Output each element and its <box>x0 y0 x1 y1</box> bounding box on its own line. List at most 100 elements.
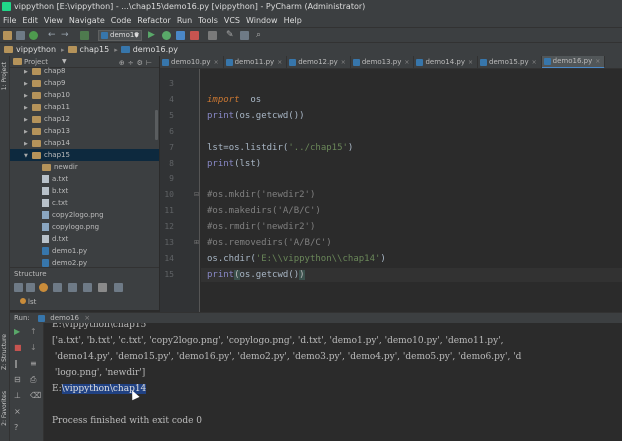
editor-tab[interactable]: demo15.py × <box>478 56 542 68</box>
close-run-icon[interactable]: × <box>14 407 21 416</box>
close-tab-icon[interactable]: × <box>341 56 346 68</box>
autoscroll-icon[interactable] <box>98 283 107 292</box>
print-icon[interactable]: ⎙ <box>30 375 36 385</box>
clear-icon[interactable]: ⌫ <box>30 391 41 400</box>
menu-item-run[interactable]: Run <box>177 16 192 25</box>
close-tab-icon[interactable]: × <box>214 56 219 68</box>
breadcrumb-file[interactable]: demo16.py <box>133 45 178 54</box>
menu-item-view[interactable]: View <box>44 16 63 25</box>
breadcrumb-folder[interactable]: chap15 <box>80 45 110 54</box>
menu-item-tools[interactable]: Tools <box>198 16 218 25</box>
run-console[interactable]: E:\vippython\chap15 ['a.txt', 'b.txt', '… <box>44 323 622 441</box>
python-file-icon <box>162 59 169 66</box>
help-icon[interactable]: ? <box>14 423 18 432</box>
fold-icon[interactable]: ⊞ <box>194 239 199 246</box>
close-tab-icon[interactable]: × <box>468 56 473 68</box>
menu-item-edit[interactable]: Edit <box>22 16 38 25</box>
tree-item[interactable]: a.txt <box>42 173 68 185</box>
code-token: os. <box>207 253 224 264</box>
line-number: 9 <box>169 174 174 184</box>
structure-item[interactable]: lst <box>20 298 36 306</box>
editor-tab[interactable]: demo14.py × <box>414 56 479 68</box>
tree-item[interactable]: newdir <box>42 161 78 173</box>
favorites-tool-tab[interactable]: 2: Favorites <box>1 391 8 426</box>
project-structure-icon[interactable] <box>240 31 249 40</box>
gear-icon[interactable]: ⚙ <box>137 59 146 67</box>
collapse-icon[interactable]: ÷ <box>128 59 137 67</box>
folder-icon <box>32 139 41 147</box>
tree-item[interactable]: ▶ chap11 <box>24 101 70 113</box>
menu-item-navigate[interactable]: Navigate <box>69 16 105 25</box>
run-tab-label[interactable]: demo16 <box>50 314 79 322</box>
editor-tab[interactable]: demo12.py × <box>287 56 351 68</box>
editor-tab[interactable]: demo13.py × <box>351 56 415 68</box>
tree-item[interactable]: copy2logo.png <box>42 209 104 221</box>
save-icon[interactable] <box>16 31 25 40</box>
run-config-dropdown[interactable]: demo16 ▼ <box>98 30 142 41</box>
tree-item-label: chap13 <box>44 127 70 135</box>
tree-item[interactable]: copylogo.png <box>42 221 99 233</box>
back-icon[interactable]: ← <box>48 31 57 40</box>
editor-tab[interactable]: demo10.py × <box>160 56 224 68</box>
hide-icon[interactable]: ⊢ <box>146 59 155 67</box>
menu-item-file[interactable]: File <box>3 16 16 25</box>
close-icon[interactable]: × <box>84 314 90 322</box>
debug-icon[interactable] <box>162 31 171 40</box>
editor-tab[interactable]: demo16.py × <box>541 56 606 68</box>
menu-item-vcs[interactable]: VCS <box>224 16 240 25</box>
tree-item[interactable]: c.txt <box>42 197 68 209</box>
tree-item[interactable]: d.txt <box>42 233 68 245</box>
menu-item-code[interactable]: Code <box>111 16 131 25</box>
editor-tab-label: demo15.py <box>489 58 529 66</box>
rerun-icon[interactable]: ▶ <box>14 327 20 336</box>
close-tab-icon[interactable]: × <box>595 56 600 68</box>
tree-item[interactable]: ▶ chap14 <box>24 137 70 149</box>
tree-item[interactable]: demo1.py <box>42 245 87 257</box>
close-tab-icon[interactable]: × <box>532 56 537 68</box>
structure-tool-tab[interactable]: Z: Structure <box>1 334 8 370</box>
close-tab-icon[interactable]: × <box>277 56 282 68</box>
tree-item[interactable]: ▶ chap12 <box>24 113 70 125</box>
tree-item[interactable]: b.txt <box>42 185 68 197</box>
forward-icon[interactable]: → <box>61 31 70 40</box>
tree-item[interactable]: ▶ chap9 <box>24 77 65 89</box>
settings-wrench-icon[interactable]: ✎ <box>226 31 235 40</box>
vcs-icon[interactable] <box>208 31 217 40</box>
structure-settings-icon[interactable] <box>114 283 123 292</box>
menu-item-help[interactable]: Help <box>284 16 302 25</box>
show-inherited-icon[interactable] <box>53 283 62 292</box>
expanded-arrow-icon[interactable]: ▼ <box>24 150 32 162</box>
scroll-up-icon[interactable]: ↑ <box>30 327 37 336</box>
sync-tree-icon[interactable]: ⊕ <box>119 59 128 67</box>
expand-all-icon[interactable] <box>68 283 77 292</box>
close-tab-icon[interactable]: × <box>404 56 409 68</box>
fold-icon[interactable]: ⊟ <box>194 191 199 198</box>
sort-icon[interactable] <box>14 283 23 292</box>
breadcrumb-project[interactable]: vippython <box>16 45 56 54</box>
sync-icon[interactable] <box>29 31 38 40</box>
tree-item[interactable]: ▶ chap10 <box>24 89 70 101</box>
show-fields-icon[interactable] <box>39 283 48 292</box>
tree-item[interactable]: ▶ chap13 <box>24 125 70 137</box>
pause-icon[interactable]: ‖ <box>14 359 18 368</box>
stop-icon[interactable]: ■ <box>14 343 22 352</box>
menu-item-refactor[interactable]: Refactor <box>137 16 171 25</box>
menu-item-window[interactable]: Window <box>246 16 278 25</box>
editor-tab[interactable]: demo11.py × <box>224 56 288 68</box>
open-folder-icon[interactable] <box>3 31 12 40</box>
collapse-all-icon[interactable] <box>83 283 92 292</box>
soft-wrap-icon[interactable]: ≡ <box>30 359 37 368</box>
project-tool-tab[interactable]: 1: Project <box>1 62 8 90</box>
restore-layout-icon[interactable]: ⊟ <box>14 375 21 384</box>
stop-icon[interactable] <box>190 31 199 40</box>
search-icon[interactable]: ⌕ <box>256 31 265 40</box>
coverage-icon[interactable] <box>176 31 185 40</box>
pin-icon[interactable]: ⊥ <box>14 391 21 400</box>
run-icon[interactable]: ▶ <box>148 31 157 40</box>
tree-item[interactable]: ▶ chap8 <box>24 65 65 77</box>
sort-alpha-icon[interactable] <box>26 283 35 292</box>
code-editor[interactable]: import os print(os.getcwd()) lst=os.listdi… <box>201 69 622 312</box>
scroll-down-icon[interactable]: ↓ <box>30 343 37 352</box>
build-icon[interactable] <box>80 31 89 40</box>
tree-item[interactable]: ▼ chap15 <box>10 149 159 161</box>
